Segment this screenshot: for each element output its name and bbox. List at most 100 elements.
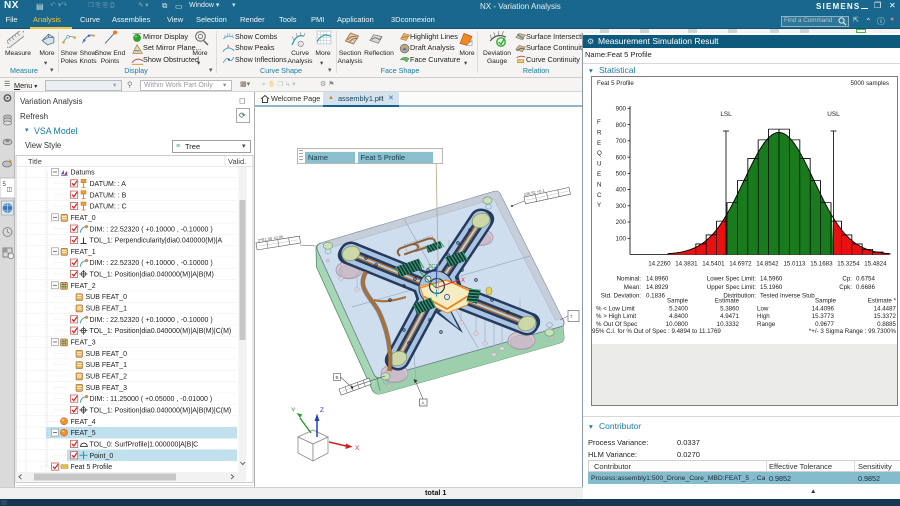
svg-text:LSL: LSL — [720, 111, 732, 118]
svg-text:F: F — [597, 119, 601, 126]
svg-text:FEAT_3: FEAT_3 — [71, 340, 96, 347]
svg-text:DIM: : 22.52320 ( +0.10000 , -: DIM: : 22.52320 ( +0.10000 , -0.10000 ) — [90, 226, 213, 233]
svg-text:14.6972: 14.6972 — [729, 261, 752, 268]
svg-text:FEAT_4: FEAT_4 — [71, 419, 96, 426]
svg-text:E: E — [597, 140, 601, 147]
svg-text:14.2260: 14.2260 — [648, 261, 671, 268]
svg-text:ZC: ZC — [428, 264, 435, 270]
svg-text:Mean:: Mean: — [624, 284, 641, 291]
svg-text:SUB FEAT_1: SUB FEAT_1 — [86, 362, 128, 369]
svg-text:Title: Title — [28, 157, 42, 166]
svg-text:% < Low Limit: % < Low Limit — [596, 306, 635, 313]
svg-text:Sample: Sample — [667, 298, 689, 305]
svg-text:Z: Z — [320, 407, 324, 414]
svg-text:X: X — [355, 445, 360, 452]
svg-text:15.4824: 15.4824 — [864, 261, 887, 268]
svg-text:5.2400: 5.2400 — [669, 306, 688, 313]
svg-text:Datums: Datums — [71, 170, 96, 177]
svg-text:DATUM: : A: DATUM: : A — [90, 181, 127, 188]
svg-text:15.1683: 15.1683 — [810, 261, 833, 268]
svg-text:High: High — [757, 313, 770, 320]
svg-text:15.3254: 15.3254 — [837, 261, 860, 268]
svg-text:DIM: : 22.52320 ( +0.10000 , -: DIM: : 22.52320 ( +0.10000 , -0.10000 ) — [90, 317, 213, 324]
svg-text:SUB FEAT_3: SUB FEAT_3 — [86, 385, 128, 392]
svg-text:500: 500 — [616, 171, 627, 178]
svg-text:15.3773: 15.3773 — [812, 313, 835, 320]
svg-text:USL: USL — [827, 111, 840, 118]
svg-text:B: B — [336, 375, 339, 380]
svg-text:DATUM: : C: DATUM: : C — [90, 204, 127, 211]
svg-text:R: R — [597, 129, 602, 136]
svg-text:% > High Limit: % > High Limit — [596, 313, 636, 320]
svg-text:14.8542: 14.8542 — [756, 261, 779, 268]
svg-text:TOL_1: Perpendicularity|dia0.0: TOL_1: Perpendicularity|dia0.040000(M)|A — [90, 238, 223, 245]
svg-text:14.8929: 14.8929 — [646, 284, 669, 291]
svg-text:DIM: : 22.52320 ( +0.10000 , -: DIM: : 22.52320 ( +0.10000 , -0.10000 ) — [90, 260, 213, 267]
svg-text:900: 900 — [616, 106, 627, 113]
svg-text:TOL_1: Position|dia0.040000(M): TOL_1: Position|dia0.040000(M)|A|B(M) — [90, 272, 214, 279]
svg-text:10.0800: 10.0800 — [666, 321, 689, 328]
svg-text:400: 400 — [616, 187, 627, 194]
svg-text:SUB FEAT_0: SUB FEAT_0 — [86, 294, 128, 301]
svg-text:Valid.: Valid. — [228, 157, 246, 166]
svg-text:14.8960: 14.8960 — [646, 276, 669, 283]
svg-text:700: 700 — [616, 138, 627, 145]
svg-text:TOL_1: Position|dia0.040000(M): TOL_1: Position|dia0.040000(M)|A|B(M)|C(… — [90, 408, 232, 415]
svg-text:14.5401: 14.5401 — [702, 261, 725, 268]
svg-text:14.3831: 14.3831 — [675, 261, 698, 268]
svg-text:Sample: Sample — [815, 298, 837, 305]
svg-text:5000 samples: 5000 samples — [850, 80, 889, 87]
svg-text:SUB FEAT_0: SUB FEAT_0 — [86, 351, 128, 358]
svg-text:Lower Spec Limit:: Lower Spec Limit: — [707, 276, 756, 283]
svg-text:C: C — [597, 192, 602, 199]
svg-text:FEAT_2: FEAT_2 — [71, 283, 96, 290]
svg-text:TOL_1: Position|dia0.040000(M): TOL_1: Position|dia0.040000(M)|A|B(M)|C(… — [90, 328, 232, 335]
svg-text:Y: Y — [291, 407, 296, 414]
svg-text:300: 300 — [616, 203, 627, 210]
svg-text:SUB FEAT_2: SUB FEAT_2 — [86, 374, 128, 381]
svg-text:E: E — [597, 171, 601, 178]
svg-text:800: 800 — [616, 122, 627, 129]
svg-text:FEAT_5: FEAT_5 — [71, 430, 96, 437]
svg-text:0.9677: 0.9677 — [815, 321, 834, 328]
svg-text:0.6686: 0.6686 — [856, 284, 875, 291]
svg-text:A: A — [422, 401, 425, 406]
svg-text:95% C.I. for % Out of Spec :: 95% C.I. for % Out of Spec : 9.4894 to 1… — [592, 328, 721, 335]
svg-text:4.9471: 4.9471 — [720, 313, 739, 320]
svg-text:DATUM: : B: DATUM: : B — [90, 192, 127, 199]
svg-text:Tested Inverse Stub: Tested Inverse Stub — [760, 293, 815, 300]
svg-text:Estimate *: Estimate * — [868, 298, 897, 305]
svg-text:14.4096: 14.4096 — [812, 306, 835, 313]
svg-text:0.1836: 0.1836 — [646, 293, 665, 300]
svg-text:Upper Spec Limit:: Upper Spec Limit: — [707, 284, 756, 291]
svg-text:Feat 5 Profile: Feat 5 Profile — [597, 80, 634, 87]
svg-text:◫: ◫ — [7, 187, 13, 193]
svg-text:100: 100 — [616, 236, 627, 243]
svg-text:14.4487: 14.4487 — [874, 306, 897, 313]
svg-text:15.3372: 15.3372 — [874, 313, 897, 320]
svg-text:Low: Low — [757, 306, 769, 313]
svg-text:DIM: : 11.25000 ( +0.05000 , -: DIM: : 11.25000 ( +0.05000 , -0.01000 ) — [90, 396, 213, 403]
svg-text:FEAT_0: FEAT_0 — [71, 215, 96, 222]
svg-text:Q: Q — [597, 150, 602, 157]
svg-text:U: U — [597, 161, 601, 168]
svg-text:FEAT_1: FEAT_1 — [71, 249, 96, 256]
svg-text:200: 200 — [616, 219, 627, 226]
svg-text:Point_0: Point_0 — [90, 453, 114, 460]
svg-text:N: N — [597, 181, 601, 188]
svg-text:SUB FEAT_1: SUB FEAT_1 — [86, 306, 128, 313]
svg-text:X: X — [461, 278, 465, 284]
svg-text:15.0113: 15.0113 — [783, 261, 805, 268]
svg-text:Feat 5 Profile: Feat 5 Profile — [71, 464, 113, 471]
svg-text:Range: Range — [757, 321, 776, 328]
svg-text:Cp:: Cp: — [842, 276, 852, 283]
svg-text:10.3332: 10.3332 — [717, 321, 740, 328]
svg-text:4.8400: 4.8400 — [669, 313, 688, 320]
svg-text:Std. Deviation:: Std. Deviation: — [601, 293, 642, 300]
svg-text:0.8885: 0.8885 — [877, 321, 896, 328]
svg-text:% Out Of Spec: % Out Of Spec — [596, 321, 637, 328]
svg-text:TOL_0: SurfProfile|1.000000|A|: TOL_0: SurfProfile|1.000000|A|B|C — [90, 442, 199, 449]
svg-text:15.1960: 15.1960 — [760, 284, 783, 291]
svg-text:14.5960: 14.5960 — [760, 276, 783, 283]
svg-text:Y: Y — [597, 202, 601, 209]
